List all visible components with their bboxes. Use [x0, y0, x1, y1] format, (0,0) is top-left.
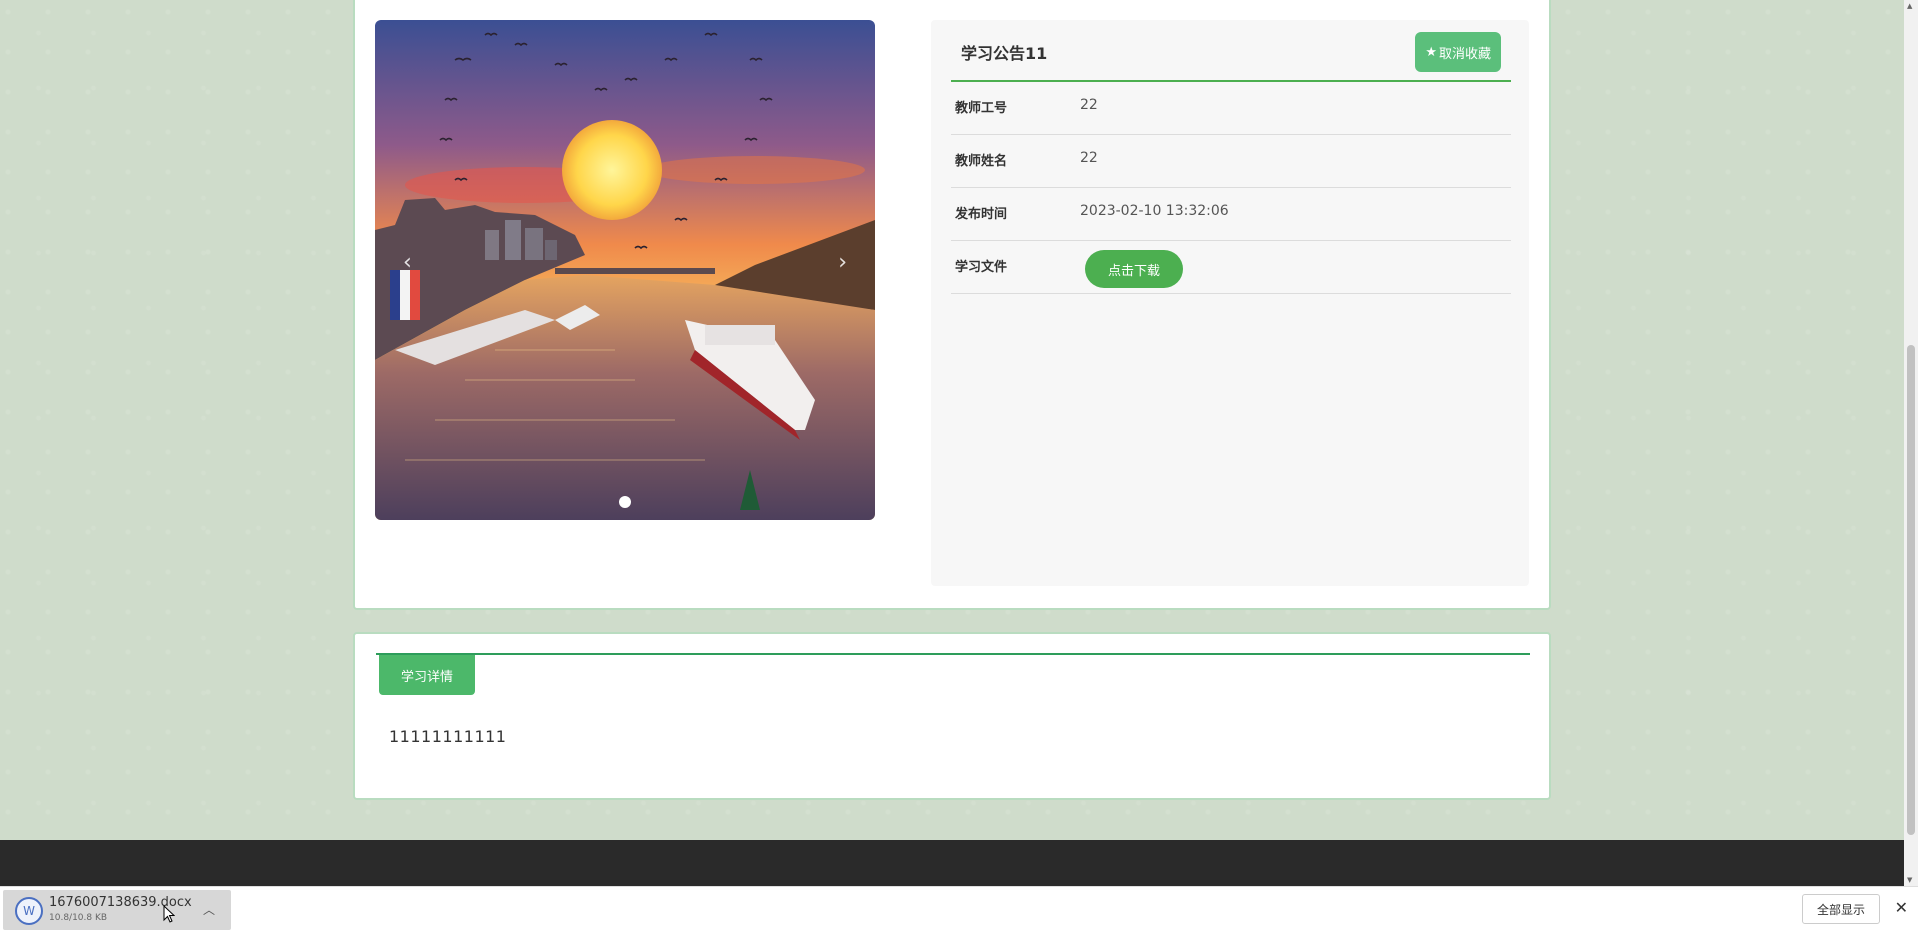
notice-card: ‹ › 学习公告11 ★ 取消收藏 教师工号 22 教师姓名 22 发布时间 2…	[353, 0, 1551, 610]
image-carousel[interactable]: ‹ ›	[375, 20, 875, 520]
scroll-thumb[interactable]	[1907, 345, 1915, 835]
carousel-image	[375, 20, 875, 520]
info-value: 22	[1080, 150, 1098, 166]
detail-divider	[376, 653, 1530, 655]
download-shelf: W 1676007138639.docx 10.8/10.8 KB ︿ 全部显示…	[0, 886, 1918, 932]
tab-study-detail[interactable]: 学习详情	[379, 655, 475, 695]
unfavorite-button-label: 取消收藏	[1438, 46, 1491, 62]
download-item[interactable]: W 1676007138639.docx 10.8/10.8 KB ︿	[3, 890, 231, 930]
carousel-prev-button[interactable]: ‹	[403, 252, 412, 274]
carousel-next-button[interactable]: ›	[838, 252, 847, 274]
scroll-up-icon[interactable]: ▲	[1907, 2, 1912, 10]
page-scrollbar[interactable]: ▲ ▼	[1904, 0, 1918, 886]
carousel-indicator-dot[interactable]	[619, 496, 631, 508]
notice-title: 学习公告11	[961, 44, 1048, 63]
info-row-publish-time: 发布时间 2023-02-10 13:32:06	[951, 188, 1511, 241]
detail-card: 学习详情 11111111111	[353, 632, 1551, 800]
chevron-up-icon[interactable]: ︿	[203, 901, 215, 918]
page-footer	[0, 840, 1904, 886]
info-value: 22	[1080, 97, 1098, 113]
docx-file-icon: W	[15, 897, 43, 925]
show-all-downloads-button[interactable]: 全部显示	[1801, 894, 1880, 924]
info-label: 发布时间	[955, 207, 1008, 222]
mouse-cursor-icon	[163, 905, 175, 923]
download-file-size: 10.8/10.8 KB	[49, 913, 108, 923]
info-label: 教师姓名	[955, 154, 1008, 169]
info-panel: 学习公告11 ★ 取消收藏 教师工号 22 教师姓名 22 发布时间 2023-…	[931, 20, 1529, 586]
close-icon[interactable]: ✕	[1895, 898, 1908, 917]
info-row-teacher-id: 教师工号 22	[951, 82, 1511, 135]
info-label: 学习文件	[955, 260, 1008, 275]
info-label: 教师工号	[955, 101, 1008, 116]
star-icon: ★	[1425, 44, 1437, 60]
unfavorite-button[interactable]: ★ 取消收藏	[1415, 32, 1501, 72]
download-button[interactable]: 点击下载	[1085, 250, 1183, 288]
info-row-teacher-name: 教师姓名 22	[951, 135, 1511, 188]
info-header: 学习公告11 ★ 取消收藏	[951, 20, 1511, 82]
scroll-down-icon[interactable]: ▼	[1907, 876, 1912, 884]
info-value: 2023-02-10 13:32:06	[1080, 203, 1229, 219]
detail-content: 11111111111	[389, 727, 507, 746]
info-row-study-file: 学习文件 点击下载	[951, 241, 1511, 294]
